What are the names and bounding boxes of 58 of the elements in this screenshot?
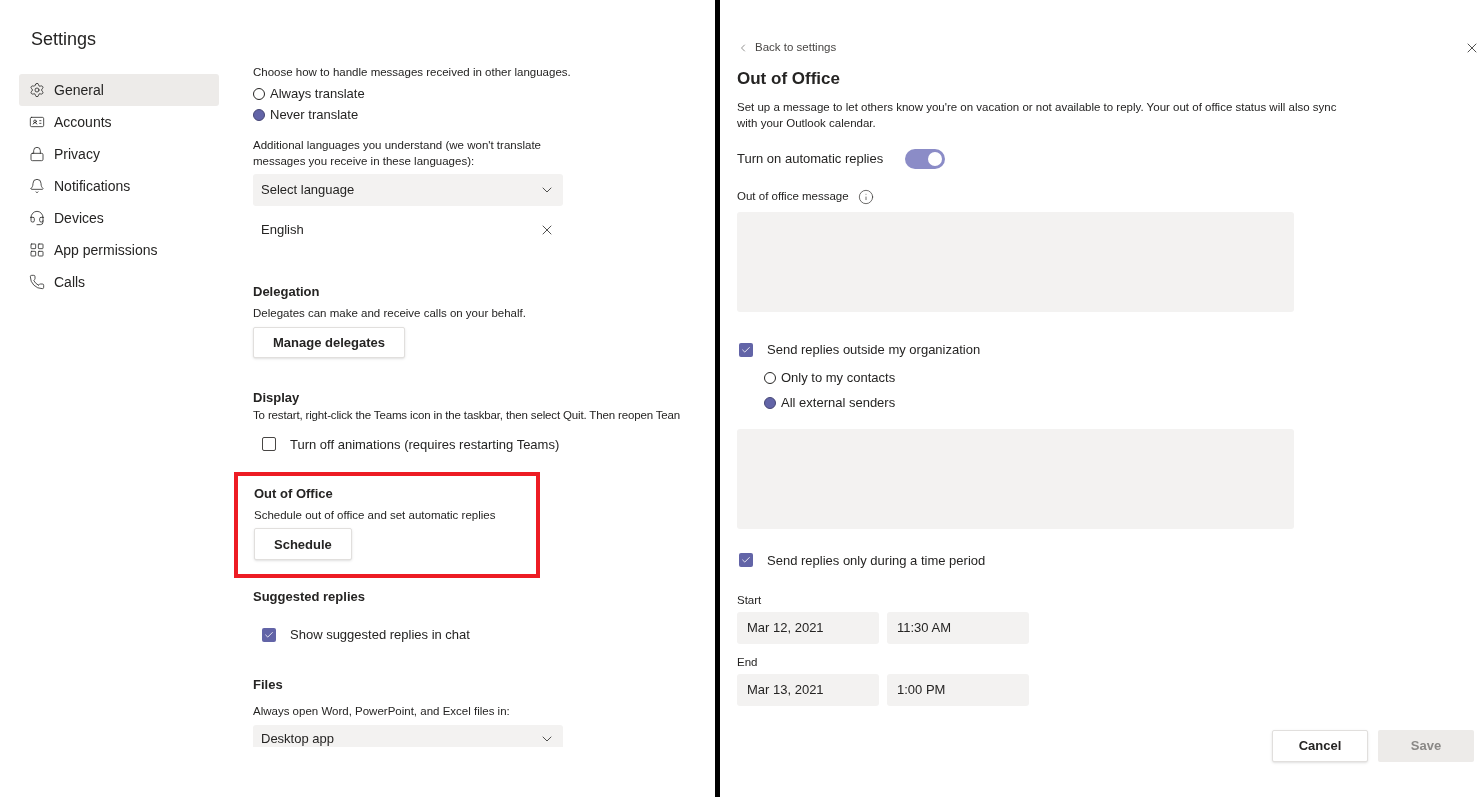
checkbox[interactable] <box>739 342 753 357</box>
bell-icon <box>29 178 45 194</box>
section-text: To restart, right-click the Teams icon in the taskbar, then select Quit. Then reopen Tean <box>253 408 682 424</box>
date-field[interactable]: Mar 12, 2021 <box>737 612 879 644</box>
checkbox[interactable] <box>739 553 753 568</box>
toggle-label: Turn on automatic replies <box>737 150 884 169</box>
check-icon <box>741 555 751 566</box>
field-label: End <box>737 655 759 670</box>
checkbox[interactable] <box>262 627 276 642</box>
phone-icon <box>29 274 45 290</box>
grid-icon <box>29 242 45 258</box>
id-card-icon <box>29 114 45 130</box>
section-heading: Out of Office <box>254 485 334 502</box>
radio-label: Only to my contacts <box>781 369 896 388</box>
checkbox-label: Show suggested replies in chat <box>290 626 470 644</box>
radio-label: Never translate <box>270 105 359 124</box>
back-link[interactable]: Back to settings <box>737 40 1474 56</box>
radio-button[interactable] <box>764 397 776 409</box>
checkbox-label: Turn off animations (requires restarting Teams) <box>290 435 560 454</box>
radio-button[interactable] <box>253 108 265 121</box>
headset-icon <box>29 210 45 226</box>
radio-button[interactable] <box>253 87 265 100</box>
section-heading: Delegation <box>253 283 321 300</box>
field-label: Out of office message <box>737 189 849 205</box>
cancel-button[interactable]: Cancel <box>1272 730 1368 762</box>
panel-title: Out of Office <box>737 68 841 88</box>
section-text: Choose how to handle messages received in other languages. <box>253 65 572 80</box>
language-item: English <box>261 221 304 240</box>
checkbox-label: Send replies only during a time period <box>767 551 986 570</box>
time-field[interactable]: 11:30 AM <box>887 612 1029 644</box>
sidebar-item[interactable]: General <box>19 74 219 106</box>
toggle-switch[interactable] <box>905 149 946 169</box>
language-select[interactable]: Select language <box>253 174 563 206</box>
manage-delegates-button[interactable]: Manage delegates <box>253 327 405 359</box>
section-heading: Files <box>253 675 284 693</box>
gear-icon <box>29 82 45 98</box>
checkbox-label: Send replies outside my organization <box>767 341 981 359</box>
checkbox[interactable] <box>262 437 276 452</box>
file-open-select[interactable]: Desktop app <box>253 724 563 747</box>
check-icon <box>741 344 751 355</box>
field-label: Start <box>737 593 763 608</box>
info-icon[interactable] <box>857 189 874 205</box>
section-heading: Display <box>253 389 301 407</box>
section-text: Schedule out of office and set automatic replies <box>254 508 497 523</box>
radio-label: All external senders <box>781 394 896 413</box>
lock-icon <box>29 146 45 162</box>
radio-label: Always translate <box>270 84 365 103</box>
section-text: Always open Word, PowerPoint, and Excel files in: <box>253 703 511 719</box>
radio-button[interactable] <box>764 372 776 384</box>
time-field[interactable]: 1:00 PM <box>887 674 1029 706</box>
panel-description: Set up a message to let others know you're on vacation or not available to reply. Your out of office status will also sync with your Outlook calendar. <box>737 100 1338 131</box>
settings-title: Settings <box>30 28 98 50</box>
section-heading: Suggested replies <box>253 588 366 605</box>
section-text: Additional languages you understand (we won't translate messages you receive in these languages): <box>253 138 542 169</box>
section-text: Delegates can make and receive calls on your behalf. <box>253 306 527 321</box>
schedule-button[interactable]: Schedule <box>254 528 352 561</box>
date-field[interactable]: Mar 13, 2021 <box>737 674 879 706</box>
check-icon <box>264 629 274 640</box>
